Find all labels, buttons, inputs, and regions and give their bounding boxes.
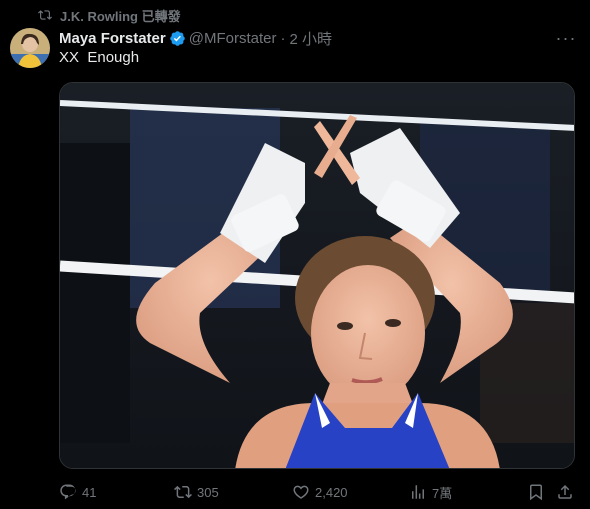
retweet-button[interactable]: 305 (174, 483, 219, 501)
handle[interactable]: @MForstater (189, 30, 277, 47)
views-icon (412, 485, 424, 499)
avatar-image (10, 28, 50, 68)
timestamp[interactable]: 2 小時 (289, 28, 332, 49)
retweet-icon (38, 10, 52, 20)
views-button[interactable]: 7萬 (409, 483, 452, 502)
retweet-label: 已轉發 (141, 8, 181, 24)
tweet-header: Maya Forstater @MForstater · 2 小時 (59, 28, 332, 48)
retweet-indicator[interactable]: J.K. Rowling 已轉發 (38, 6, 181, 24)
bookmark-button[interactable] (527, 483, 545, 501)
tweet-actions: 41 305 2,420 7萬 (59, 481, 579, 503)
share-button[interactable] (556, 483, 574, 501)
reply-count: 41 (82, 484, 97, 500)
bookmark-icon (530, 484, 542, 501)
more-icon[interactable]: ··· (556, 28, 576, 48)
reply-button[interactable]: 41 (59, 483, 96, 501)
separator-dot: · (280, 29, 286, 47)
like-icon (293, 485, 309, 499)
reply-icon (60, 484, 76, 500)
avatar[interactable] (10, 28, 50, 68)
display-name[interactable]: Maya Forstater (59, 30, 166, 47)
tweet-text: XX Enough (59, 49, 140, 66)
share-icon (558, 484, 572, 499)
tweet-media-image[interactable] (59, 82, 575, 469)
verified-badge-icon[interactable] (169, 30, 186, 47)
retweet-icon (174, 485, 192, 499)
like-count: 2,420 (315, 484, 348, 500)
view-count: 7萬 (432, 485, 453, 501)
retweet-count: 305 (197, 484, 219, 500)
boxing-photo (60, 83, 574, 468)
retweeter-name[interactable]: J.K. Rowling (60, 9, 138, 24)
like-button[interactable]: 2,420 (292, 483, 348, 501)
